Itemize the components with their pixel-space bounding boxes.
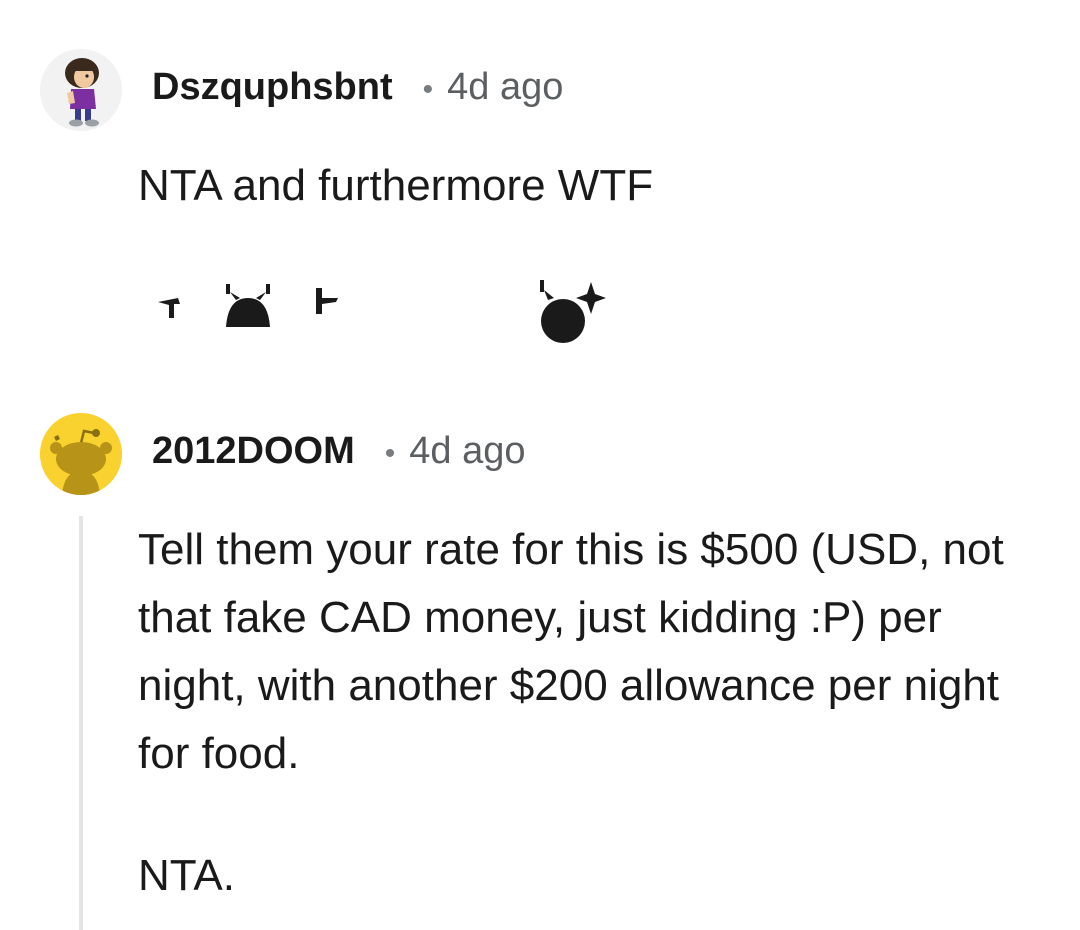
comment-meta: 2012DOOM • 4d ago: [152, 430, 526, 473]
pointing-face-emote-icon: [158, 284, 338, 327]
username[interactable]: Dszquphsbnt: [152, 66, 393, 109]
timestamp: 4d ago: [409, 430, 526, 472]
separator-dot: •: [422, 73, 434, 106]
snoo-avatar-icon: [40, 413, 122, 495]
thread-collapse-line[interactable]: [79, 516, 83, 930]
character-avatar-icon: [40, 49, 122, 131]
username[interactable]: 2012DOOM: [152, 430, 355, 473]
comment-body-paragraph: NTA.: [138, 851, 235, 900]
separator-dot: •: [384, 437, 396, 470]
sparkle-face-emote-icon: [540, 280, 606, 343]
timestamp: 4d ago: [447, 66, 564, 108]
user-avatar[interactable]: [40, 49, 122, 131]
comment-body-paragraph: Tell them your rate for this is $500 (US…: [138, 525, 1004, 778]
comment-2: 2012DOOM • 4d ago Tell them your rate fo…: [0, 390, 1080, 930]
comment-body: NTA and furthermore WTF: [138, 161, 654, 210]
comment-1: Dszquphsbnt • 4d ago NTA and furthermore…: [0, 0, 1080, 390]
user-avatar[interactable]: [40, 413, 122, 495]
comment-meta: Dszquphsbnt • 4d ago: [152, 66, 563, 109]
